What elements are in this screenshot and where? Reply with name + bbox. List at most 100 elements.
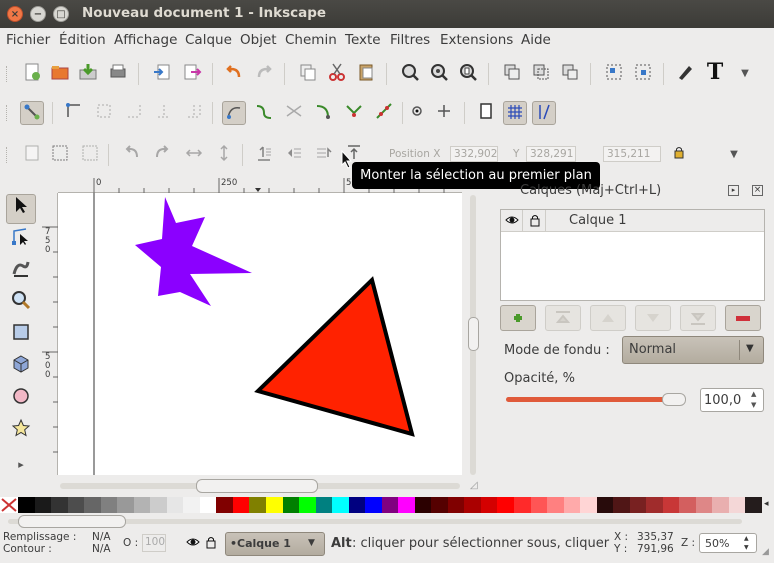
snap-guide-point-icon[interactable] [432, 101, 456, 125]
opacity-slider[interactable] [506, 397, 686, 402]
import-icon[interactable] [150, 62, 174, 86]
overflow-arrow-icon[interactable]: ▼ [722, 143, 746, 167]
color-swatch[interactable] [381, 497, 399, 513]
color-swatch[interactable] [447, 497, 465, 513]
color-swatch[interactable] [497, 497, 515, 513]
menu-extensions[interactable]: Extensions [440, 32, 513, 48]
save-icon[interactable] [76, 62, 100, 86]
panel-close-icon[interactable]: × [752, 185, 763, 196]
menu-affichage[interactable]: Affichage [114, 32, 177, 48]
palette-scrollbar[interactable] [0, 513, 774, 530]
color-swatch[interactable] [480, 497, 498, 513]
opacity-spinbox[interactable]: 100,0 ▲ ▼ [700, 388, 764, 412]
snap-toggle-icon[interactable] [20, 101, 44, 125]
zoom-drawing-icon[interactable] [427, 62, 451, 86]
spin-down-icon[interactable]: ▼ [751, 400, 756, 410]
color-swatch[interactable] [514, 497, 532, 513]
cut-icon[interactable] [325, 62, 349, 86]
toolbox-more-icon[interactable]: ▸ [6, 450, 36, 480]
zoom-tool-icon[interactable] [6, 290, 36, 320]
lock-icon[interactable] [667, 143, 691, 167]
rect-tool-icon[interactable] [6, 322, 36, 352]
toolbar-grip[interactable] [6, 66, 9, 82]
vertical-scrollbar[interactable] [462, 193, 484, 477]
status-opacity-field[interactable]: 100 [142, 534, 166, 552]
snap-smooth-icon[interactable] [312, 101, 336, 125]
lower-icon[interactable] [282, 143, 306, 167]
menu-texte[interactable]: Texte [345, 32, 381, 48]
color-swatch[interactable] [315, 497, 333, 513]
drawing-canvas[interactable] [58, 193, 462, 475]
toolbar-grip[interactable] [6, 105, 9, 121]
color-swatch[interactable] [679, 497, 697, 513]
color-swatch[interactable] [580, 497, 598, 513]
horizontal-scrollbar[interactable] [58, 476, 462, 496]
lower-to-bottom-icon[interactable] [252, 143, 276, 167]
color-swatch[interactable] [133, 497, 151, 513]
selector-tool-icon[interactable] [6, 194, 36, 224]
snap-grid-icon[interactable] [503, 101, 527, 125]
layer-lock-icon[interactable] [528, 213, 542, 231]
color-swatch[interactable] [100, 497, 118, 513]
zoom-field[interactable]: 50% ▲ ▼ [699, 533, 757, 553]
snap-page-icon[interactable] [474, 101, 498, 125]
layer-to-top-button[interactable] [545, 305, 581, 331]
zoom-page-icon[interactable] [456, 62, 480, 86]
snap-bbox-edge-icon[interactable] [92, 101, 116, 125]
stroke-value[interactable]: N/A [92, 543, 111, 555]
current-layer-select[interactable]: •Calque 1 ▼ [225, 532, 325, 556]
star-shape[interactable] [135, 197, 252, 306]
add-layer-button[interactable] [500, 305, 536, 331]
color-swatch[interactable] [547, 497, 565, 513]
close-icon[interactable]: × [7, 6, 23, 22]
fill-value[interactable]: N/A [92, 531, 111, 543]
remove-layer-button[interactable] [725, 305, 761, 331]
color-swatch[interactable] [18, 497, 36, 513]
color-swatch[interactable] [613, 497, 631, 513]
toolbar-grip[interactable] [6, 147, 9, 163]
color-swatch[interactable] [646, 497, 664, 513]
snap-bbox-icon[interactable] [62, 101, 86, 125]
blend-mode-select[interactable]: Normal ▼ [622, 336, 764, 364]
x-field[interactable]: 332,902 [450, 146, 498, 162]
color-swatch[interactable] [348, 497, 366, 513]
snap-center-icon[interactable] [372, 101, 396, 125]
color-swatch[interactable] [695, 497, 713, 513]
no-paint-swatch[interactable] [0, 497, 18, 513]
panel-expand-icon[interactable]: ▸ [728, 185, 739, 196]
menu-fichier[interactable]: Fichier [6, 32, 50, 48]
color-swatch[interactable] [728, 497, 746, 513]
color-swatch[interactable] [712, 497, 730, 513]
undo-icon[interactable] [222, 62, 246, 86]
layer-raise-button[interactable] [590, 305, 626, 331]
snap-bbox-midpoint-icon[interactable] [152, 101, 176, 125]
opacity-slider-thumb[interactable] [662, 393, 686, 406]
w-field[interactable]: 315,211 [603, 146, 661, 162]
color-swatch[interactable] [249, 497, 267, 513]
deselect-icon[interactable] [78, 143, 102, 167]
color-swatch[interactable] [199, 497, 217, 513]
color-swatch[interactable] [332, 497, 350, 513]
color-swatch[interactable] [662, 497, 680, 513]
unlink-clone-icon[interactable] [558, 62, 582, 86]
spin-up-icon[interactable]: ▲ [751, 389, 756, 399]
eye-icon[interactable] [505, 213, 519, 231]
layer-name[interactable]: Calque 1 [569, 213, 627, 228]
duplicate-icon[interactable] [500, 62, 524, 86]
color-swatch[interactable] [464, 497, 482, 513]
color-swatch[interactable] [216, 497, 234, 513]
ungroup-icon[interactable] [631, 62, 655, 86]
color-swatch[interactable] [563, 497, 581, 513]
3dbox-tool-icon[interactable] [6, 354, 36, 384]
fill-stroke-icon[interactable] [673, 62, 697, 86]
resize-grip-icon[interactable]: ◢ [762, 547, 769, 557]
layer-visibility-icon[interactable] [186, 535, 200, 552]
rotate-cw-icon[interactable] [150, 143, 174, 167]
spin-up-icon[interactable]: ▲ [744, 534, 749, 543]
snap-bbox-center-icon[interactable] [182, 101, 206, 125]
maximize-icon[interactable]: □ [53, 6, 69, 22]
menu-aide[interactable]: Aide [521, 32, 551, 48]
ellipse-tool-icon[interactable] [6, 386, 36, 416]
color-swatch[interactable] [166, 497, 184, 513]
flip-horizontal-icon[interactable] [182, 143, 206, 167]
